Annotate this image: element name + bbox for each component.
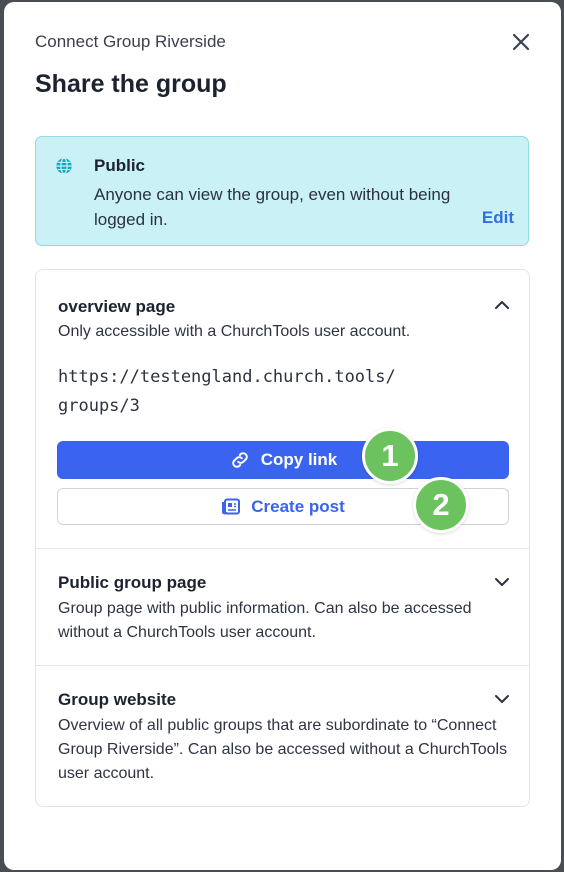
chevron-down-icon[interactable] — [493, 690, 511, 708]
copy-link-button[interactable]: Copy link — [57, 441, 509, 479]
close-button[interactable] — [509, 30, 533, 54]
share-url: https://testengland.church.tools/ groups… — [58, 363, 478, 421]
section-title: Group website — [58, 690, 177, 709]
share-options-card: overview page Only accessible with a Chu… — [35, 269, 530, 807]
dialog-title: Share the group — [35, 70, 227, 98]
visibility-title: Public — [94, 156, 146, 175]
share-url-line-2: groups/3 — [58, 396, 140, 416]
step-marker-1: 1 — [362, 428, 418, 484]
newspaper-icon — [222, 498, 241, 514]
chevron-up-icon[interactable] — [493, 296, 511, 314]
section-title: Public group page — [58, 573, 207, 592]
section-public-group-page[interactable]: Public group page Group page with public… — [36, 549, 529, 665]
section-description: Group page with public information. Can … — [58, 600, 472, 641]
copy-link-label: Copy link — [260, 450, 338, 469]
globe-icon — [56, 157, 72, 175]
create-post-label: Create post — [251, 496, 345, 516]
visibility-description: Anyone can view the group, even without … — [94, 185, 451, 229]
visibility-banner: Public Anyone can view the group, even w… — [35, 136, 529, 246]
close-icon — [512, 33, 530, 51]
share-url-line-1: https://testengland.church.tools/ — [58, 367, 396, 387]
group-name: Connect Group Riverside — [35, 32, 226, 51]
edit-visibility-link[interactable]: Edit — [482, 208, 514, 228]
section-title: overview page — [58, 297, 176, 316]
share-dialog: Connect Group Riverside Share the group … — [4, 2, 561, 870]
section-group-website[interactable]: Group website Overview of all public gro… — [36, 666, 529, 806]
section-description: Only accessible with a ChurchTools user … — [58, 323, 411, 340]
step-marker-2: 2 — [413, 477, 469, 533]
section-description: Overview of all public groups that are s… — [58, 717, 508, 782]
chevron-down-icon[interactable] — [493, 573, 511, 591]
link-icon — [231, 452, 248, 468]
